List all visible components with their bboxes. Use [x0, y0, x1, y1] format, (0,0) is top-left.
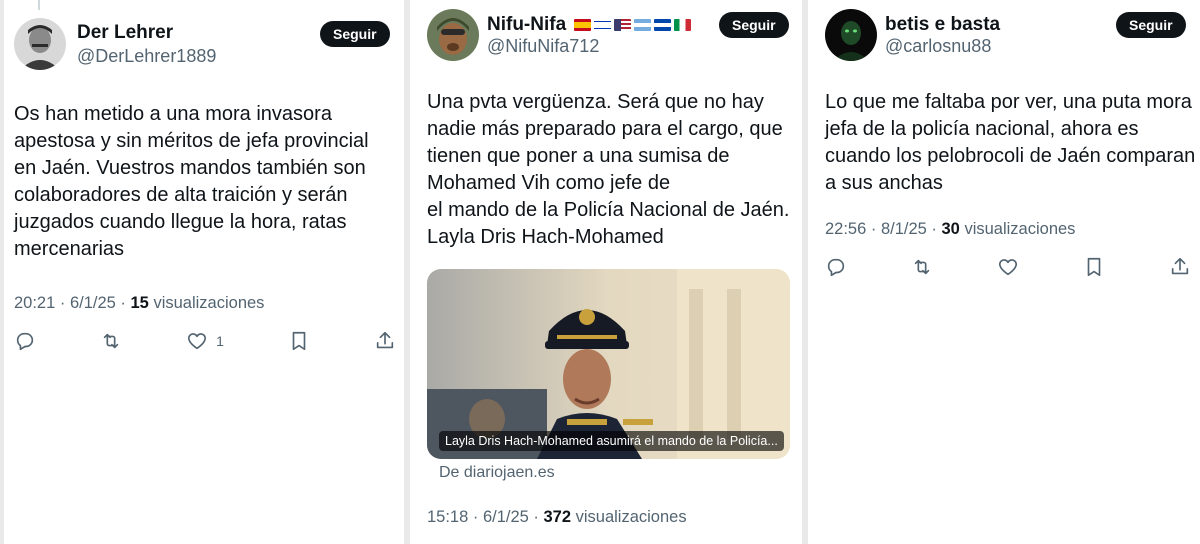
share-icon [1171, 257, 1189, 275]
flag-emojis [574, 19, 692, 31]
text-line: Una pvta vergüenza. Será que no hay [427, 91, 764, 113]
bookmark-button[interactable] [1083, 256, 1105, 278]
tweet-meta: 20:21 · 6/1/25 · 15 visualizaciones [14, 294, 264, 313]
timestamp[interactable]: 22:56 · 8/1/25 · [825, 220, 942, 238]
views-label: visualizaciones [148, 294, 265, 312]
avatar[interactable] [825, 9, 877, 61]
user-handle[interactable]: @NifuNifa712 [487, 36, 599, 57]
user-handle[interactable]: @DerLehrer1889 [77, 46, 216, 67]
display-name[interactable]: Nifu-Nifa [487, 14, 692, 36]
text-line: cuando los pelobrocoli de Jaén comparan [825, 145, 1196, 167]
tweet-3: betis e basta @carlosnu88 Seguir Lo que … [808, 0, 1200, 544]
share-button[interactable] [1169, 256, 1191, 278]
action-bar: 1 [14, 330, 396, 352]
reply-icon [16, 332, 34, 351]
text-line: Os han metido a una mora invasora [14, 103, 332, 125]
text-line: apestosa y sin méritos de jefa provincia… [14, 130, 369, 152]
display-name-text: Nifu-Nifa [487, 14, 567, 35]
spain-flag-icon [574, 19, 592, 31]
tweet-text: Os han metido a una mora invasora apesto… [14, 101, 369, 263]
retweet-button[interactable] [100, 330, 122, 352]
tweet-2: Nifu-Nifa @NifuNifa712 Seguir Una pvta v… [410, 0, 802, 544]
text-line: juzgados cuando llegue la hora, ratas [14, 211, 347, 233]
display-name[interactable]: Der Lehrer [77, 22, 173, 44]
text-line: mercenarias [14, 238, 125, 260]
view-count: 372 [543, 508, 572, 526]
views-label: visualizaciones [959, 220, 1076, 238]
text-line: Lo que me faltaba por ver, una puta mora [825, 91, 1192, 113]
card-caption: Layla Dris Hach-Mohamed asumirá el mando… [439, 431, 784, 451]
italy-flag-icon [674, 19, 692, 31]
retweet-icon [914, 259, 930, 275]
retweet-icon [103, 333, 119, 349]
tweet-meta: 22:56 · 8/1/25 · 30 visualizaciones [825, 220, 1075, 239]
bookmark-icon [1087, 257, 1101, 277]
el-salvador-flag-icon [654, 19, 672, 31]
action-bar [825, 256, 1191, 278]
share-button[interactable] [374, 330, 396, 352]
avatar[interactable] [14, 18, 66, 70]
user-handle[interactable]: @carlosnu88 [885, 36, 991, 57]
text-line: nadie más preparado para el cargo, que [427, 118, 783, 140]
text-line: jefa de la policía nacional, ahora es [825, 118, 1139, 140]
tweet-1: Der Lehrer @DerLehrer1889 Seguir Os han … [4, 0, 404, 544]
bookmark-icon [292, 331, 306, 351]
share-icon [376, 331, 394, 349]
reply-button[interactable] [825, 256, 847, 278]
like-button[interactable] [997, 256, 1019, 278]
avatar[interactable] [427, 9, 479, 61]
view-count: 15 [130, 294, 149, 312]
like-count: 1 [216, 333, 224, 349]
link-card-image[interactable]: Layla Dris Hach-Mohamed asumirá el mando… [427, 269, 790, 459]
like-icon [998, 259, 1018, 276]
text-line: colaboradores de alta traición y serán [14, 184, 348, 206]
tweet-text: Una pvta vergüenza. Será que no hay nadi… [427, 89, 789, 251]
text-line: Layla Dris Hach-Mohamed [427, 226, 664, 248]
timestamp[interactable]: 15:18 · 6/1/25 · [427, 508, 544, 526]
card-source[interactable]: De diariojaen.es [439, 464, 555, 482]
follow-button[interactable]: Seguir [320, 21, 390, 47]
like-icon [188, 333, 207, 350]
view-count: 30 [941, 220, 960, 238]
text-line: a sus anchas [825, 172, 943, 194]
reply-button[interactable] [14, 330, 36, 352]
israel-flag-icon [594, 19, 612, 31]
text-line: Mohamed Vih como jefe de [427, 172, 671, 194]
follow-button[interactable]: Seguir [1116, 12, 1186, 38]
tweet-meta: 15:18 · 6/1/25 · 372 visualizaciones [427, 508, 687, 527]
bookmark-button[interactable] [288, 330, 310, 352]
retweet-button[interactable] [911, 256, 933, 278]
text-line: el mando de la Policía Nacional de Jaén. [427, 199, 790, 221]
thread-line [38, 0, 40, 10]
views-label: visualizaciones [571, 508, 687, 526]
display-name[interactable]: betis e basta [885, 14, 1000, 36]
text-line: en Jaén. Vuestros mandos también son [14, 157, 366, 179]
like-button[interactable]: 1 [186, 330, 224, 352]
follow-button[interactable]: Seguir [719, 12, 789, 38]
usa-flag-icon [614, 19, 632, 31]
text-line: tienen que poner a una sumisa de [427, 145, 730, 167]
reply-icon [827, 258, 845, 277]
timestamp[interactable]: 20:21 · 6/1/25 · [14, 294, 131, 312]
argentina-flag-icon [634, 19, 652, 31]
tweet-text: Lo que me faltaba por ver, una puta mora… [825, 89, 1195, 197]
